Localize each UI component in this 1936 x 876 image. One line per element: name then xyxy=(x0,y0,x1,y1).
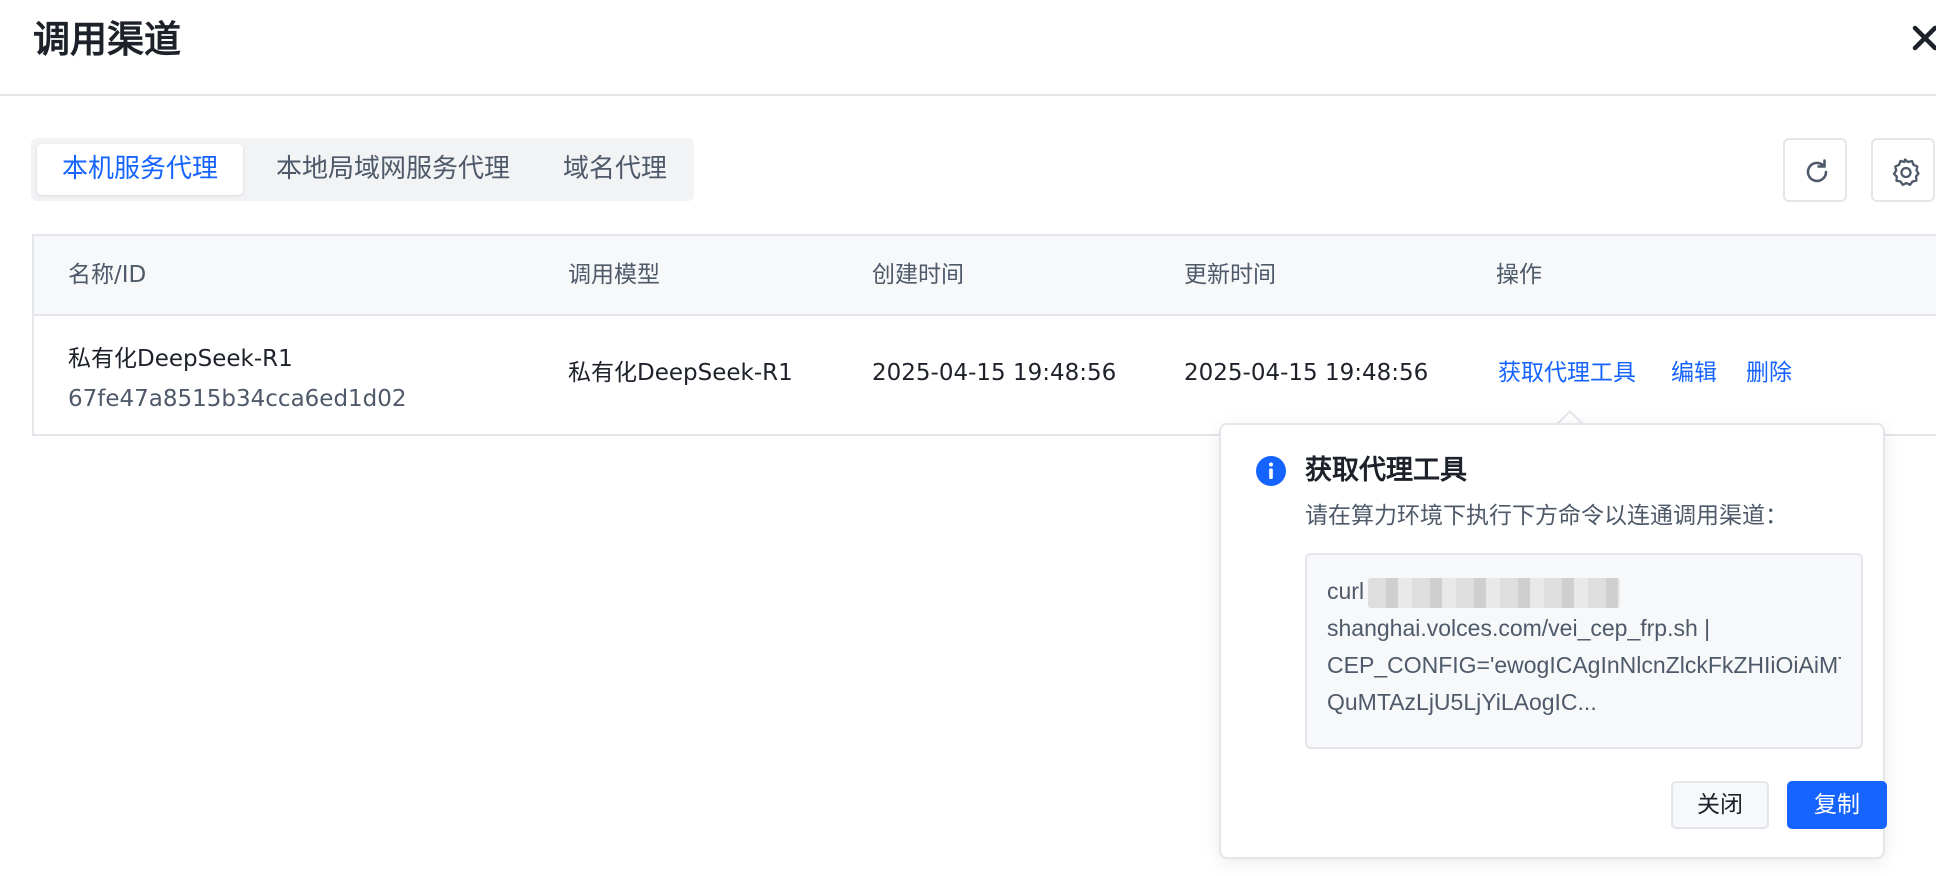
dialog-title: 调用渠道 xyxy=(33,18,181,61)
delete-link[interactable]: 删除 xyxy=(1746,358,1792,388)
tab-lan-service-proxy[interactable]: 本地局域网服务代理 xyxy=(253,144,533,195)
command-line: curl xyxy=(1327,573,1841,610)
close-button[interactable]: 关闭 xyxy=(1671,781,1769,829)
column-header-model: 调用模型 xyxy=(568,262,660,288)
close-icon[interactable] xyxy=(1905,18,1936,58)
settings-button[interactable] xyxy=(1871,138,1935,202)
refresh-icon xyxy=(1806,159,1828,183)
popover-title: 获取代理工具 xyxy=(1305,455,1467,486)
row-name: 私有化DeepSeek-R1 xyxy=(68,346,293,372)
proxy-type-tabs: 本机服务代理 本地局域网服务代理 域名代理 xyxy=(31,138,694,201)
get-proxy-tool-link[interactable]: 获取代理工具 xyxy=(1498,358,1636,388)
get-proxy-tool-popover: 获取代理工具 请在算力环境下执行下方命令以连通调用渠道： curl shangh… xyxy=(1219,423,1887,859)
tab-local-service-proxy[interactable]: 本机服务代理 xyxy=(37,144,243,195)
column-header-created: 创建时间 xyxy=(872,262,964,288)
redacted-blur xyxy=(1368,577,1621,608)
refresh-button[interactable] xyxy=(1783,138,1847,202)
command-line: CEP_CONFIG='ewogICAgInNlcnZlckFkZHIiOiAi… xyxy=(1327,652,1841,678)
command-box[interactable]: curl shanghai.volces.com/vei_cep_frp.sh … xyxy=(1305,553,1863,749)
gear-icon xyxy=(1892,158,1920,186)
row-updated-time: 2025-04-15 19:48:56 xyxy=(1184,360,1429,386)
row-id: 67fe47a8515b34cca6ed1d02 xyxy=(68,386,407,412)
tab-domain-proxy[interactable]: 域名代理 xyxy=(543,144,687,195)
column-header-name-id: 名称/ID xyxy=(68,262,147,288)
info-icon xyxy=(1256,456,1286,486)
row-model: 私有化DeepSeek-R1 xyxy=(568,360,793,386)
dialog-header: 调用渠道 xyxy=(0,0,1936,96)
column-header-actions: 操作 xyxy=(1496,262,1542,288)
popover-description: 请在算力环境下执行下方命令以连通调用渠道： xyxy=(1305,503,1788,529)
column-header-updated: 更新时间 xyxy=(1184,262,1276,288)
command-line: QuMTAzLjU5LjYiLAogIC... xyxy=(1327,689,1597,715)
command-text: curl xyxy=(1327,578,1365,604)
edit-link[interactable]: 编辑 xyxy=(1671,358,1717,388)
channel-table: 名称/ID 调用模型 创建时间 更新时间 操作 私有化DeepSeek-R1 6… xyxy=(32,234,1936,436)
command-line: shanghai.volces.com/vei_cep_frp.sh | xyxy=(1327,615,1711,641)
row-created-time: 2025-04-15 19:48:56 xyxy=(872,360,1117,386)
table-header: 名称/ID 调用模型 创建时间 更新时间 操作 xyxy=(34,236,1936,316)
copy-button[interactable]: 复制 xyxy=(1787,781,1887,829)
